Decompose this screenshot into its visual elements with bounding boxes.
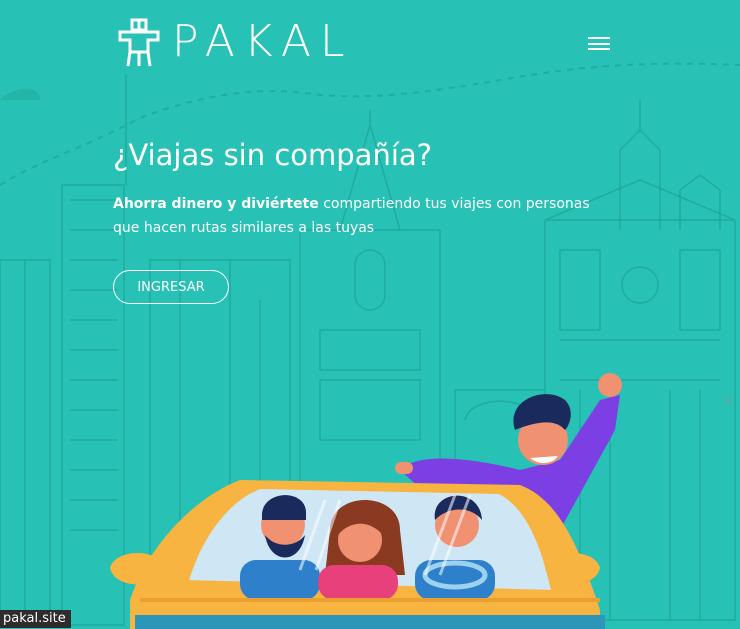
close-icon[interactable]: ✕ [722,394,734,410]
site-url-label: pakal.site [0,610,71,628]
hero-section: PAKAL ¿Viajas sin compañía? Ahorra diner… [0,0,740,629]
people-in-car-illustration [110,373,622,629]
